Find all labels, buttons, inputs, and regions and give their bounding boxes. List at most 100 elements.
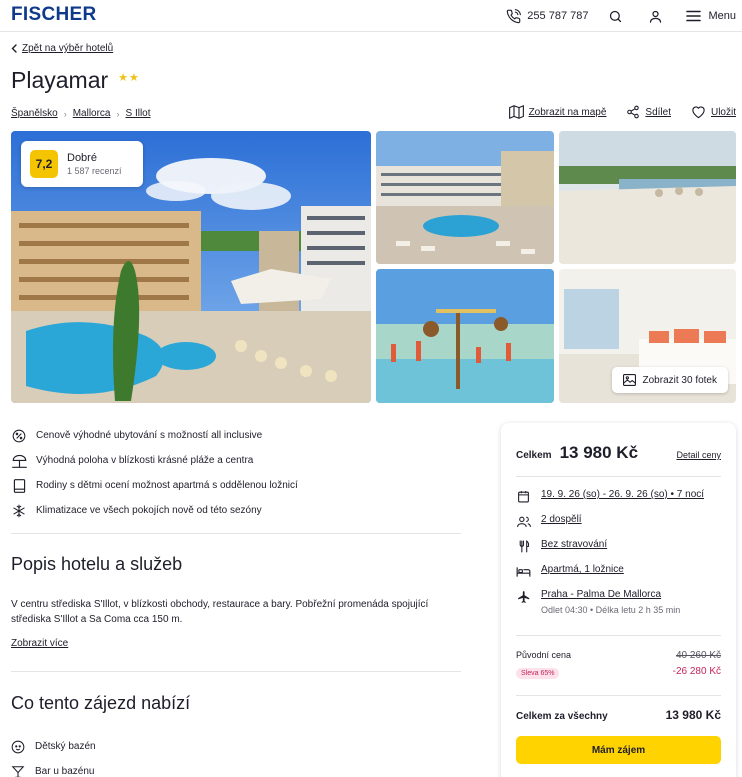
search-icon[interactable] [606, 7, 624, 25]
user-icon[interactable] [646, 7, 664, 25]
airplane-icon [516, 589, 531, 604]
top-bar: FISCHER 255 787 787 Menu [0, 0, 742, 32]
gallery-photo-splash-park[interactable] [376, 269, 554, 403]
hotel-title-row: Playamar ★★ [11, 67, 140, 94]
child-face-icon [11, 740, 25, 754]
card-divider [516, 695, 721, 696]
original-price-label: Původní cena [516, 650, 572, 660]
image-icon [622, 374, 636, 386]
flight-route: Praha - Palma De Mallorca [541, 589, 662, 600]
feature-text: Cenově výhodné ubytování s možností all … [36, 430, 263, 441]
flight-row[interactable]: Praha - Palma De Mallorca Odlet 04:30 • … [516, 589, 680, 615]
show-photos-button[interactable]: Zobrazit 30 fotek [611, 367, 728, 393]
feature-item: Cenově výhodné ubytování s možností all … [11, 423, 298, 448]
menu-button[interactable]: Menu [686, 10, 736, 22]
percent-icon [11, 428, 27, 444]
show-photos-label: Zobrazit 30 fotek [642, 374, 717, 386]
breadcrumb: Španělsko › Mallorca › S Illot [11, 108, 151, 119]
board-value: Bez stravování [541, 539, 608, 550]
phone-link[interactable]: 255 787 787 [506, 8, 589, 24]
review-count: 1 587 recenzí [67, 166, 122, 176]
offers-list: Dětský bazén Bar u bazénu [11, 734, 96, 777]
gallery-photo-bedroom[interactable]: Zobrazit 30 fotek [559, 269, 736, 403]
hotel-actions: Zobrazit na mapě Sdílet Uložit [508, 105, 736, 119]
flight-info: Praha - Palma De Mallorca Odlet 04:30 • … [541, 589, 680, 615]
total-all-label: Celkem za všechny [516, 711, 608, 722]
breadcrumb-country[interactable]: Španělsko [11, 108, 58, 119]
menu-label: Menu [708, 10, 736, 22]
share-label: Sdílet [645, 106, 671, 118]
top-nav: 255 787 787 Menu [506, 0, 736, 32]
show-more-link[interactable]: Zobrazit více [11, 638, 68, 649]
chevron-right-icon: › [116, 108, 120, 119]
dates-row[interactable]: 19. 9. 26 (so) - 26. 9. 26 (so) • 7 nocí [516, 489, 704, 504]
flight-detail: Odlet 04:30 • Délka letu 2 h 35 min [541, 605, 681, 615]
offer-item: Dětský bazén [11, 734, 96, 759]
persons-value: 2 dospělí [541, 514, 582, 525]
photo-gallery: 7,2 Dobré 1 587 recenzí Zobrazit 30 fote… [11, 131, 736, 403]
section-divider [11, 671, 461, 672]
show-map-label: Zobrazit na mapě [528, 106, 607, 118]
total-all-value: 13 980 Kč [665, 708, 721, 722]
room-row[interactable]: Apartmá, 1 ložnice [516, 564, 624, 579]
total-price: Celkem 13 980 Kč [516, 443, 638, 463]
room-value: Apartmá, 1 ložnice [541, 564, 624, 575]
offer-item: Bar u bazénu [11, 759, 96, 777]
original-price-value: 40 260 Kč [675, 650, 721, 661]
phone-icon [506, 8, 522, 24]
breadcrumb-region[interactable]: Mallorca [73, 108, 111, 119]
feature-text: Výhodná poloha v blízkosti krásné pláže … [36, 455, 254, 466]
rating-card[interactable]: 7,2 Dobré 1 587 recenzí [21, 141, 143, 187]
back-label: Zpět na výběr hotelů [22, 43, 114, 54]
hamburger-icon [686, 10, 702, 22]
heart-icon [691, 105, 706, 119]
persons-icon [516, 514, 531, 529]
gallery-photo-beach[interactable] [559, 131, 736, 264]
feature-text: Rodiny s dětmi ocení možnost apartmá s o… [36, 480, 298, 491]
cutlery-icon [516, 539, 531, 554]
discount-value: -26 280 Kč [672, 666, 721, 677]
show-map-button[interactable]: Zobrazit na mapě [508, 105, 607, 119]
map-icon [508, 105, 524, 119]
calendar-icon [516, 489, 531, 504]
star-rating: ★★ [118, 72, 140, 84]
interest-button[interactable]: Mám zájem [516, 736, 721, 764]
description-text: V centru střediska S'Illot, v blízkosti … [11, 599, 429, 625]
total-value: 13 980 Kč [559, 443, 639, 462]
offers-title: Co tento zájezd nabízí [11, 693, 191, 713]
rating-score: 7,2 [30, 150, 58, 178]
door-icon [11, 478, 27, 494]
board-row[interactable]: Bez stravování [516, 539, 607, 554]
persons-row[interactable]: 2 dospělí [516, 514, 582, 529]
gallery-photo-pool[interactable] [376, 131, 554, 264]
feature-item: Klimatizace ve všech pokojích nově od té… [11, 498, 298, 523]
rating-text: Dobré 1 587 recenzí [67, 152, 122, 176]
feature-text: Klimatizace ve všech pokojích nově od té… [36, 505, 262, 516]
breadcrumb-resort[interactable]: S Illot [126, 108, 151, 119]
feature-item: Výhodná poloha v blízkosti krásné pláže … [11, 448, 298, 473]
snowflake-icon [11, 503, 27, 519]
back-link[interactable]: Zpět na výběr hotelů [11, 43, 113, 54]
feature-item: Rodiny s dětmi ocení možnost apartmá s o… [11, 473, 298, 498]
chevron-right-icon: › [63, 108, 67, 119]
price-detail-link[interactable]: Detail ceny [676, 450, 721, 460]
phone-number: 255 787 787 [527, 10, 589, 22]
card-divider [516, 635, 721, 636]
rating-word: Dobré [67, 152, 97, 164]
chevron-left-icon [11, 44, 17, 53]
save-label: Uložit [710, 106, 736, 118]
share-icon [626, 105, 640, 119]
share-button[interactable]: Sdílet [626, 105, 671, 119]
feature-list: Cenově výhodné ubytování s možností all … [11, 423, 298, 523]
save-button[interactable]: Uložit [691, 105, 736, 119]
offer-text: Bar u bazénu [35, 766, 95, 777]
main-hotel-photo[interactable]: 7,2 Dobré 1 587 recenzí [11, 131, 371, 403]
discount-badge: Sleva 65% [516, 668, 560, 679]
offer-text: Dětský bazén [35, 741, 96, 752]
hotel-name: Playamar [11, 67, 109, 93]
description-title: Popis hotelu a služeb [11, 554, 183, 574]
card-divider [516, 476, 721, 477]
dates-value: 19. 9. 26 (so) - 26. 9. 26 (so) • 7 nocí [541, 489, 705, 500]
booking-card: Celkem 13 980 Kč Detail ceny 19. 9. 26 (… [501, 423, 736, 777]
fischer-logo[interactable]: FISCHER [11, 4, 97, 26]
